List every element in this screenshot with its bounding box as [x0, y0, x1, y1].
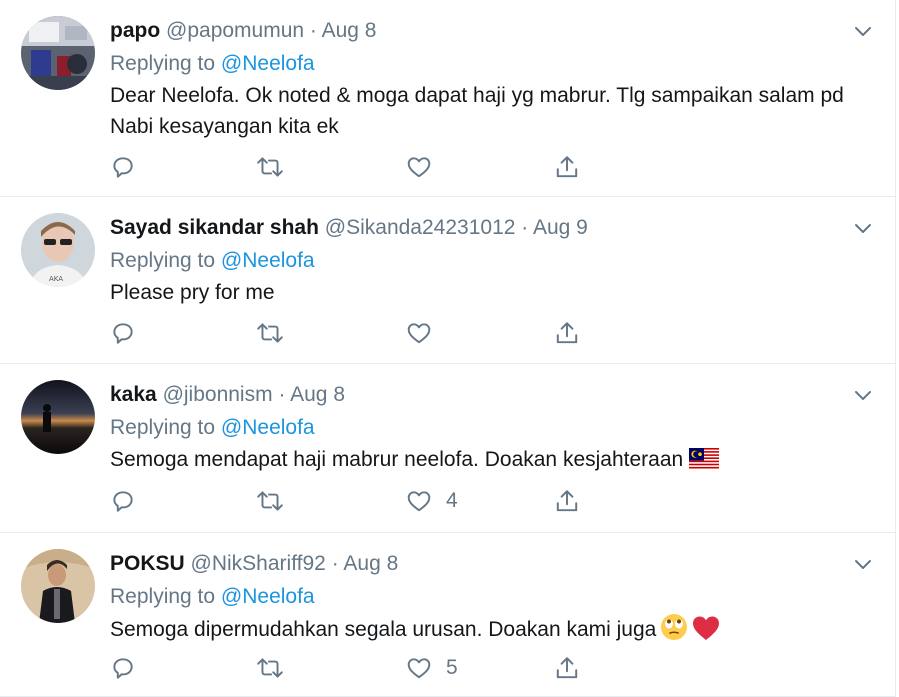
like-button[interactable]: 5: [406, 653, 458, 683]
retweet-icon: [256, 320, 284, 346]
chevron-down-icon[interactable]: [851, 20, 875, 44]
reply-button[interactable]: [110, 152, 136, 182]
tweet-text: Please pry for me: [110, 281, 275, 304]
tweet-actions: [110, 152, 610, 182]
retweet-icon: [256, 154, 284, 180]
tweet-actions: 4: [110, 486, 610, 516]
reply-icon: [110, 488, 136, 514]
avatar[interactable]: [21, 380, 95, 454]
like-count: 5: [446, 656, 458, 679]
share-icon: [554, 655, 580, 681]
tweet-text: Semoga mendapat haji mabrur neelofa. Doa…: [110, 448, 684, 471]
separator: ·: [309, 19, 317, 42]
separator: ·: [278, 383, 286, 406]
display-name[interactable]: Sayad sikandar shah: [110, 216, 319, 239]
retweet-icon: [256, 488, 284, 514]
timestamp[interactable]: Aug 8: [343, 552, 398, 575]
replying-label: Replying to: [110, 52, 216, 75]
tweet-text-container: Semoga mendapat haji mabrur neelofa. Doa…: [110, 444, 875, 479]
avatar[interactable]: AKA: [21, 213, 95, 287]
retweet-button[interactable]: [256, 318, 284, 348]
replying-label: Replying to: [110, 416, 216, 439]
chevron-down-icon[interactable]: [851, 553, 875, 577]
replying-to: Replying to @Neelofa: [110, 245, 875, 277]
tweet[interactable]: kaka @jibonnism · Aug 8 Replying to @Nee…: [0, 364, 895, 533]
retweet-icon: [256, 655, 284, 681]
avatar[interactable]: [21, 16, 95, 90]
tweet-header: papo @papomumun · Aug 8: [110, 14, 875, 48]
reply-icon: [110, 655, 136, 681]
like-icon: [406, 655, 432, 681]
mention-link[interactable]: @Neelofa: [221, 416, 315, 439]
user-handle[interactable]: @Sikanda24231012: [325, 216, 516, 239]
retweet-button[interactable]: [256, 486, 284, 516]
like-icon: [406, 320, 432, 346]
replying-to: Replying to @Neelofa: [110, 412, 875, 444]
display-name[interactable]: papo: [110, 19, 160, 42]
share-button[interactable]: [554, 653, 580, 683]
mention-link[interactable]: @Neelofa: [221, 249, 315, 272]
separator: ·: [521, 216, 529, 239]
share-icon: [554, 488, 580, 514]
malaysia-flag-emoji: [689, 448, 720, 479]
chevron-down-icon[interactable]: [851, 217, 875, 241]
replying-label: Replying to: [110, 249, 216, 272]
reply-button[interactable]: [110, 318, 136, 348]
display-name[interactable]: kaka: [110, 383, 157, 406]
tweet-actions: [110, 318, 610, 348]
timestamp[interactable]: Aug 8: [290, 383, 345, 406]
replying-to: Replying to @Neelofa: [110, 581, 875, 613]
tweet-header: Sayad sikandar shah @Sikanda24231012 · A…: [110, 211, 875, 245]
reply-icon: [110, 154, 136, 180]
mention-link[interactable]: @Neelofa: [221, 52, 315, 75]
share-button[interactable]: [554, 152, 580, 182]
tweet-text-container: Semoga dipermudahkan segala urusan. Doak…: [110, 613, 875, 650]
separator: ·: [331, 552, 339, 575]
replying-to: Replying to @Neelofa: [110, 48, 875, 80]
like-button[interactable]: [406, 318, 446, 348]
like-count: 4: [446, 489, 458, 512]
svg-text:AKA: AKA: [49, 275, 63, 283]
share-icon: [554, 320, 580, 346]
replying-label: Replying to: [110, 585, 216, 608]
tweet-actions: 5: [110, 653, 610, 683]
retweet-button[interactable]: [256, 152, 284, 182]
tweet-text: Dear Neelofa. Ok noted & moga dapat haji…: [110, 84, 844, 138]
reply-icon: [110, 320, 136, 346]
user-handle[interactable]: @NikShariff92: [191, 552, 326, 575]
red-heart-emoji: [692, 615, 720, 650]
retweet-button[interactable]: [256, 653, 284, 683]
tweet[interactable]: papo @papomumun · Aug 8 Replying to @Nee…: [0, 0, 895, 197]
like-button[interactable]: [406, 152, 446, 182]
user-handle[interactable]: @jibonnism: [163, 383, 273, 406]
tweet-text: Semoga dipermudahkan segala urusan. Doak…: [110, 618, 657, 641]
timestamp[interactable]: Aug 8: [322, 19, 377, 42]
share-button[interactable]: [554, 318, 580, 348]
tweet[interactable]: POKSU @NikShariff92 · Aug 8 Replying to …: [0, 533, 895, 697]
like-icon: [406, 488, 432, 514]
avatar[interactable]: [21, 549, 95, 623]
tweet-header: kaka @jibonnism · Aug 8: [110, 378, 875, 412]
share-icon: [554, 154, 580, 180]
reply-button[interactable]: [110, 653, 136, 683]
like-icon: [406, 154, 432, 180]
mention-link[interactable]: @Neelofa: [221, 585, 315, 608]
tweet[interactable]: AKA Sayad sikandar shah @Sikanda24231012…: [0, 197, 895, 364]
chevron-down-icon[interactable]: [851, 384, 875, 408]
user-handle[interactable]: @papomumun: [166, 19, 304, 42]
timestamp[interactable]: Aug 9: [533, 216, 588, 239]
share-button[interactable]: [554, 486, 580, 516]
tweet-header: POKSU @NikShariff92 · Aug 8: [110, 547, 875, 581]
display-name[interactable]: POKSU: [110, 552, 185, 575]
reply-button[interactable]: [110, 486, 136, 516]
like-button[interactable]: 4: [406, 486, 458, 516]
eye-roll-face-emoji: [660, 613, 688, 650]
reply-feed: papo @papomumun · Aug 8 Replying to @Nee…: [0, 0, 896, 697]
